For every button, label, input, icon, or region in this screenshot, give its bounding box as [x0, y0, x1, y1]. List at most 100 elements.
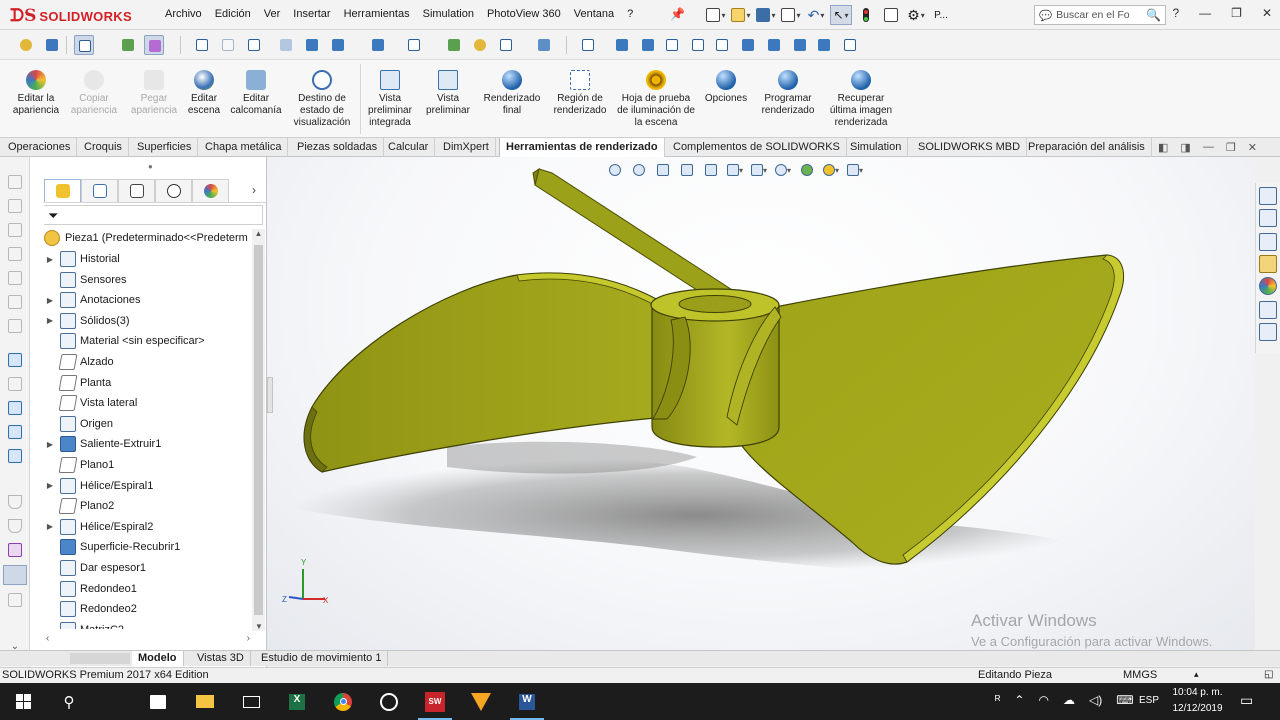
menu-herramientas[interactable]: Herramientas — [344, 8, 410, 20]
tab-property-manager[interactable] — [81, 179, 118, 202]
design-library-icon[interactable] — [1259, 209, 1277, 227]
edit-scene-button[interactable]: Editar escena — [183, 70, 225, 117]
dynamic-annotation-icon[interactable] — [302, 35, 322, 55]
isometric-view-icon[interactable] — [764, 35, 784, 55]
tree-item[interactable]: Dar espesor1 — [44, 558, 146, 578]
scroll-right-icon[interactable]: › — [247, 633, 250, 644]
expand-arrow-icon[interactable]: ▶ — [44, 255, 56, 264]
rail-tool-4-icon[interactable] — [6, 245, 24, 263]
undo-icon[interactable]: ↶ — [805, 5, 827, 25]
display-style-icon[interactable] — [368, 35, 388, 55]
scroll-up-icon[interactable]: ▲ — [252, 229, 265, 238]
panel-collapse-handle[interactable] — [267, 377, 273, 413]
user-profile-icon[interactable]: P... — [930, 5, 952, 25]
trimetric-view-icon[interactable] — [790, 35, 810, 55]
final-render-button[interactable]: Renderizado final — [480, 70, 544, 117]
new-document-icon[interactable] — [705, 5, 727, 25]
schedule-render-button[interactable]: Programar renderizado — [756, 70, 820, 117]
tree-vertical-scrollbar[interactable]: ▲ ▼ — [252, 229, 265, 631]
tab-piezas-soldadas[interactable]: Piezas soldadas — [291, 138, 385, 157]
select-tool-icon[interactable] — [74, 35, 94, 55]
rail-tool-10-icon[interactable] — [6, 399, 24, 417]
view-palette-icon[interactable] — [1259, 255, 1277, 273]
rail-tool-12-icon[interactable] — [6, 447, 24, 465]
search-icon[interactable]: 🔍 — [1146, 8, 1161, 22]
help-icon[interactable]: ? — [1172, 6, 1179, 20]
forum-icon[interactable] — [1259, 323, 1277, 341]
integrated-preview-button[interactable]: Vista preliminar integrada — [362, 70, 418, 129]
action-center-icon[interactable]: ▭ — [1240, 692, 1253, 709]
solidworks-resources-home-icon[interactable] — [1259, 187, 1277, 205]
custom-properties-icon[interactable] — [1259, 301, 1277, 319]
top-view-icon[interactable] — [712, 35, 732, 55]
filter-selection-icon[interactable] — [144, 35, 164, 55]
mail-icon[interactable] — [228, 683, 274, 720]
rail-tool-11-icon[interactable] — [6, 423, 24, 441]
tree-filter-row[interactable]: ⏷ — [44, 205, 263, 225]
tab-vistas-3d[interactable]: Vistas 3D — [191, 651, 251, 666]
vectorworks-icon[interactable] — [458, 683, 504, 720]
solidworks-logo[interactable]: ᗪS SOLIDWORKS — [10, 6, 145, 26]
dimetric-view-icon[interactable] — [814, 35, 834, 55]
tree-item[interactable]: Vista lateral — [44, 393, 137, 413]
tree-options-icon[interactable] — [16, 35, 36, 55]
tab-estudio-movimiento[interactable]: Estudio de movimiento 1 — [255, 651, 389, 666]
tab-chapa-metalica[interactable]: Chapa metálica — [199, 138, 289, 157]
language-indicator[interactable]: ESP — [1139, 695, 1159, 706]
tab-dimxpert-manager[interactable] — [155, 179, 192, 202]
component-icon[interactable] — [42, 35, 62, 55]
tab-dimxpert[interactable]: DimXpert — [437, 138, 496, 157]
tab-preparacion-analisis[interactable]: Preparación del análisis — [1022, 138, 1152, 157]
expand-arrow-icon[interactable]: ▶ — [44, 316, 56, 325]
volume-icon[interactable]: ◁) — [1089, 693, 1102, 707]
menu-photoview[interactable]: PhotoView 360 — [487, 8, 561, 20]
tab-superficies[interactable]: Superficies — [131, 138, 199, 157]
menu-simulation[interactable]: Simulation — [423, 8, 474, 20]
close-icon[interactable]: ✕ — [1262, 6, 1272, 20]
tree-item[interactable]: Material <sin especificar> — [44, 331, 205, 351]
rail-tool-5-icon[interactable] — [6, 269, 24, 287]
tree-item[interactable]: ▶ Anotaciones — [44, 290, 141, 310]
rail-tool-6-icon[interactable] — [6, 293, 24, 311]
tab-feature-tree[interactable] — [44, 179, 81, 202]
front-view-icon[interactable] — [612, 35, 632, 55]
tree-item[interactable]: Planta — [44, 373, 111, 393]
tree-item[interactable]: Origen — [44, 414, 113, 434]
tab-calcular[interactable]: Calcular — [382, 138, 436, 157]
copy-appearance-button[interactable]: Copiar apariencia — [66, 70, 122, 117]
onedrive-icon[interactable]: ☁ — [1063, 693, 1075, 707]
tree-item[interactable]: Plano2 — [44, 496, 114, 516]
right-view-icon[interactable] — [688, 35, 708, 55]
people-icon[interactable]: ᴿ — [995, 693, 1000, 707]
dock-left-icon[interactable]: ◧ — [1158, 141, 1168, 154]
expand-arrow-icon[interactable]: ▶ — [44, 522, 56, 531]
taskbar-search-icon[interactable]: ⚲ — [46, 683, 92, 720]
scroll-left-icon[interactable]: ‹ — [46, 633, 49, 644]
hide-show-icon[interactable] — [404, 35, 424, 55]
pin-menu-icon[interactable]: 📌 — [670, 7, 685, 21]
rebuild-traffic-light-icon[interactable] — [855, 5, 877, 25]
rail-tool-9-icon[interactable] — [6, 375, 24, 393]
filter-funnel-icon[interactable]: ⏷ — [48, 208, 58, 224]
tray-chevron-icon[interactable]: ⌃ — [1014, 693, 1024, 707]
tab-modelo[interactable]: Modelo — [132, 651, 184, 666]
doc-restore-icon[interactable]: ❐ — [1226, 141, 1236, 154]
display-state-target-button[interactable]: Destino de estado de visualización — [290, 70, 354, 129]
tree-item[interactable]: ▶ Saliente-Extruir1 — [44, 434, 161, 454]
tree-item[interactable]: Redondeo2 — [44, 599, 137, 619]
zoom-area-icon[interactable] — [218, 35, 238, 55]
rail-filter-2-icon[interactable] — [6, 517, 24, 535]
tree-item[interactable]: ▶ Hélice/Espiral1 — [44, 476, 153, 496]
appearances-scenes-icon[interactable] — [1259, 277, 1277, 295]
expand-arrow-icon[interactable]: ▶ — [44, 296, 56, 305]
network-icon[interactable]: ◠ — [1038, 693, 1048, 707]
tab-simulation[interactable]: Simulation — [844, 138, 909, 157]
units-selector[interactable]: MMGS — [1123, 669, 1157, 681]
menu-insertar[interactable]: Insertar — [293, 8, 330, 20]
file-explorer-icon[interactable] — [1259, 233, 1277, 251]
tab-scroll-arrows[interactable] — [70, 653, 130, 664]
render-region-button[interactable]: Región de renderizado — [548, 70, 612, 117]
file-properties-icon[interactable] — [880, 5, 902, 25]
apply-scene-icon[interactable] — [470, 35, 490, 55]
menu-help[interactable]: ? — [627, 8, 633, 20]
